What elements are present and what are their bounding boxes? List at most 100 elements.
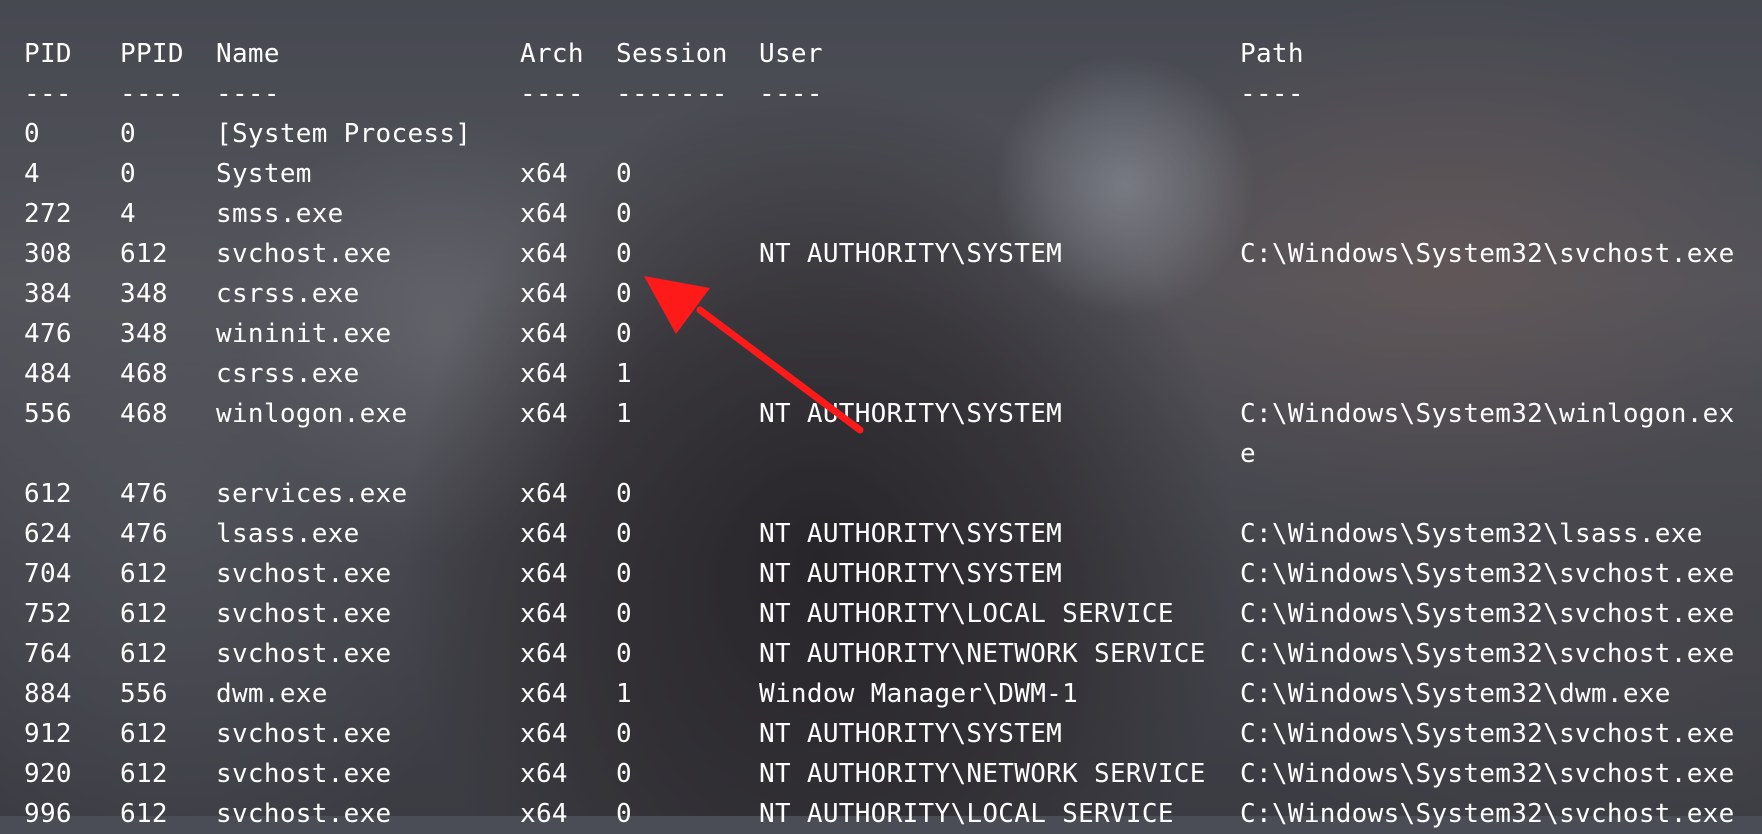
- separator-ppid: ----: [120, 79, 184, 109]
- table-row: 272 4 smss.exe x64 0: [0, 194, 1762, 234]
- cell-arch: x64: [520, 559, 568, 589]
- cell-pid: 0: [24, 119, 40, 149]
- cell-arch: x64: [520, 679, 568, 709]
- cell-path: C:\Windows\System32\svchost.exe: [1240, 719, 1735, 749]
- cell-name: svchost.exe: [216, 799, 392, 829]
- table-row: 0 0 [System Process]: [0, 114, 1762, 154]
- separator-user: ----: [759, 79, 823, 109]
- cell-user: NT AUTHORITY\SYSTEM: [759, 559, 1063, 589]
- cell-ppid: 612: [120, 239, 168, 269]
- separator-pid: ---: [24, 79, 72, 109]
- header-ppid: PPID: [120, 39, 184, 69]
- cell-session: 0: [616, 199, 632, 229]
- table-row: 996 612 svchost.exe x64 0 NT AUTHORITY\LOCAL …: [0, 794, 1762, 834]
- header-pid: PID: [24, 39, 72, 69]
- cell-pid: 752: [24, 599, 72, 629]
- cell-path: C:\Windows\System32\svchost.exe: [1240, 799, 1735, 829]
- cell-ppid: 612: [120, 559, 168, 589]
- cell-pid: 484: [24, 359, 72, 389]
- cell-pid: 308: [24, 239, 72, 269]
- table-separator-row: --- ---- ---- ---- ------- ---- ----: [0, 74, 1762, 114]
- cell-session: 0: [616, 759, 632, 789]
- cell-session: 1: [616, 399, 632, 429]
- cell-path: C:\Windows\System32\svchost.exe: [1240, 239, 1735, 269]
- cell-ppid: 0: [120, 159, 136, 189]
- cell-ppid: 612: [120, 799, 168, 829]
- cell-session: 0: [616, 519, 632, 549]
- table-row: 384 348 csrss.exe x64 0: [0, 274, 1762, 314]
- cell-session: 0: [616, 479, 632, 509]
- cell-name: smss.exe: [216, 199, 344, 229]
- cell-pid: 384: [24, 279, 72, 309]
- cell-name: winlogon.exe: [216, 399, 408, 429]
- table-row: 624 476 lsass.exe x64 0 NT AUTHORITY\SYSTEM C:…: [0, 514, 1762, 554]
- cell-user: NT AUTHORITY\SYSTEM: [759, 519, 1063, 549]
- cell-ppid: 476: [120, 479, 168, 509]
- cell-session: 0: [616, 599, 632, 629]
- table-row: 476 348 wininit.exe x64 0: [0, 314, 1762, 354]
- cell-ppid: 556: [120, 679, 168, 709]
- table-row: 4 0 System x64 0: [0, 154, 1762, 194]
- cell-ppid: 476: [120, 519, 168, 549]
- cell-arch: x64: [520, 319, 568, 349]
- cell-session: 0: [616, 159, 632, 189]
- header-user: User: [759, 39, 823, 69]
- cell-name: dwm.exe: [216, 679, 328, 709]
- cell-path: C:\Windows\System32\svchost.exe: [1240, 639, 1735, 669]
- table-row: 556 468 winlogon.exe x64 1 NT AUTHORITY\SYSTE…: [0, 394, 1762, 474]
- cell-ppid: 468: [120, 359, 168, 389]
- cell-name: wininit.exe: [216, 319, 392, 349]
- header-session: Session: [616, 39, 728, 69]
- cell-pid: 912: [24, 719, 72, 749]
- cell-name: svchost.exe: [216, 559, 392, 589]
- cell-arch: x64: [520, 239, 568, 269]
- cell-user: NT AUTHORITY\NETWORK SERVICE: [759, 759, 1206, 789]
- cell-name: svchost.exe: [216, 639, 392, 669]
- cell-path: C:\Windows\System32\winlogon.ex e: [1240, 399, 1735, 469]
- table-row: 484 468 csrss.exe x64 1: [0, 354, 1762, 394]
- cell-arch: x64: [520, 639, 568, 669]
- cell-name: lsass.exe: [216, 519, 360, 549]
- cell-arch: x64: [520, 719, 568, 749]
- cell-user: NT AUTHORITY\LOCAL SERVICE: [759, 599, 1174, 629]
- cell-user: Window Manager\DWM-1: [759, 679, 1079, 709]
- cell-session: 0: [616, 639, 632, 669]
- cell-arch: x64: [520, 479, 568, 509]
- table-row: 752 612 svchost.exe x64 0 NT AUTHORITY\LOCAL …: [0, 594, 1762, 634]
- cell-pid: 704: [24, 559, 72, 589]
- cell-pid: 996: [24, 799, 72, 829]
- cell-ppid: 0: [120, 119, 136, 149]
- table-row: 612 476 services.exe x64 0: [0, 474, 1762, 514]
- header-arch: Arch: [520, 39, 584, 69]
- cell-session: 1: [616, 679, 632, 709]
- cell-name: svchost.exe: [216, 599, 392, 629]
- cell-name: svchost.exe: [216, 239, 392, 269]
- cell-name: services.exe: [216, 479, 408, 509]
- cell-path: C:\Windows\System32\svchost.exe: [1240, 599, 1735, 629]
- cell-session: 0: [616, 799, 632, 829]
- separator-path: ----: [1240, 79, 1304, 109]
- cell-name: svchost.exe: [216, 759, 392, 789]
- table-row: 884 556 dwm.exe x64 1 Window Manager\DWM-1 C:\…: [0, 674, 1762, 714]
- cell-pid: 624: [24, 519, 72, 549]
- cell-arch: x64: [520, 159, 568, 189]
- table-row: 764 612 svchost.exe x64 0 NT AUTHORITY\NETWOR…: [0, 634, 1762, 674]
- table-row: 704 612 svchost.exe x64 0 NT AUTHORITY\SYSTEM…: [0, 554, 1762, 594]
- cell-name: svchost.exe: [216, 719, 392, 749]
- cell-arch: x64: [520, 199, 568, 229]
- cell-session: 0: [616, 559, 632, 589]
- cell-name: [System Process]: [216, 119, 472, 149]
- cell-user: NT AUTHORITY\SYSTEM: [759, 719, 1063, 749]
- cell-session: 0: [616, 279, 632, 309]
- cell-arch: x64: [520, 279, 568, 309]
- table-row: 920 612 svchost.exe x64 0 NT AUTHORITY\NETWOR…: [0, 754, 1762, 794]
- table-header-row: PID PPID Name Arch Session User Path: [0, 34, 1762, 74]
- cell-user: NT AUTHORITY\NETWORK SERVICE: [759, 639, 1206, 669]
- cell-pid: 920: [24, 759, 72, 789]
- cell-name: csrss.exe: [216, 359, 360, 389]
- cell-session: 0: [616, 239, 632, 269]
- cell-ppid: 612: [120, 599, 168, 629]
- cell-arch: x64: [520, 599, 568, 629]
- header-name: Name: [216, 39, 280, 69]
- cell-ppid: 468: [120, 399, 168, 429]
